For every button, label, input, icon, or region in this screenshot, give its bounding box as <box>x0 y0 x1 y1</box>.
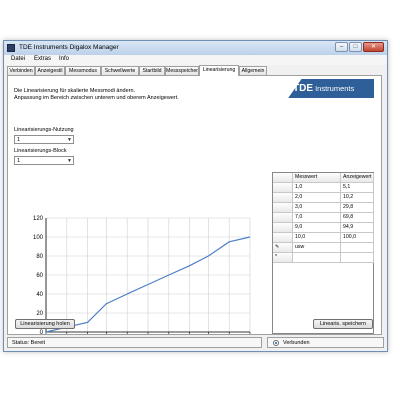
row-header: * <box>273 253 293 263</box>
anzeigewert-cell[interactable]: 94,9 <box>341 223 374 233</box>
messwert-cell[interactable]: 10,0 <box>293 233 341 243</box>
table-corner-header <box>273 173 293 183</box>
y-tick-label: 20 <box>36 311 43 317</box>
app-window: TDE Instruments Digalox Manager – □ ✕ Da… <box>3 40 388 352</box>
column-header-messwert: Messwert <box>293 173 341 183</box>
y-tick-label: 120 <box>33 216 44 222</box>
linearisierung-panel: Die Linearisierung für skalierte Messmod… <box>7 75 382 335</box>
minimize-button[interactable]: – <box>335 42 348 52</box>
chart-grid <box>45 217 251 333</box>
anzeigewert-cell[interactable] <box>341 243 374 253</box>
fetch-linearization-button[interactable]: Linearisierung holen <box>15 319 75 329</box>
tab-allgemein[interactable]: Allgemein <box>239 66 267 75</box>
row-header <box>273 203 293 213</box>
row-header <box>273 213 293 223</box>
row-header <box>273 193 293 203</box>
row-header <box>273 233 293 243</box>
messwert-cell[interactable]: 1,0 <box>293 183 341 193</box>
anzeigewert-cell[interactable]: 10,2 <box>341 193 374 203</box>
connection-radio-icon <box>273 340 279 346</box>
radio-dot <box>275 342 277 344</box>
y-tick-label: 60 <box>36 273 43 279</box>
messwert-cell[interactable] <box>293 253 341 263</box>
y-tick-labels: 0 20 40 60 80 100 120 <box>33 216 44 334</box>
anzeigewert-cell[interactable]: 69,8 <box>341 213 374 223</box>
title-bar: TDE Instruments Digalox Manager – □ ✕ <box>4 41 387 55</box>
status-box: Status: Bereit <box>7 337 262 348</box>
save-linearization-button[interactable]: Linearis. speichern <box>313 319 373 329</box>
anzeigewert-cell[interactable] <box>341 253 374 263</box>
linearization-table: Messwert Anzeigewert 1,0 5,1 2,0 10,2 3,0 29,8 7… <box>272 172 374 334</box>
tab-schwellwerte[interactable]: Schwellwerte <box>101 66 139 75</box>
maximize-button[interactable]: □ <box>349 42 362 52</box>
row-header <box>273 223 293 233</box>
close-button[interactable]: ✕ <box>363 42 384 52</box>
y-tick-label: 40 <box>36 292 43 298</box>
messwert-cell[interactable]: 2,0 <box>293 193 341 203</box>
tab-messspeicher[interactable]: Messspeicher <box>165 66 199 75</box>
tab-messmodus[interactable]: Messmodus <box>65 66 101 75</box>
anzeigewert-cell[interactable]: 100,0 <box>341 233 374 243</box>
tab-verbinden[interactable]: Verbinden <box>7 66 35 75</box>
tab-anzeigestil[interactable]: Anzeigestil <box>35 66 65 75</box>
row-header: ✎ <box>273 243 293 253</box>
app-icon <box>7 44 15 52</box>
y-tick-label: 100 <box>33 235 44 241</box>
tab-startbild[interactable]: Startbild <box>139 66 165 75</box>
menu-extras[interactable]: Extras <box>34 56 51 62</box>
menu-datei[interactable]: Datei <box>11 56 25 62</box>
messwert-cell[interactable]: 3,0 <box>293 203 341 213</box>
connection-text: Verbunden <box>283 340 310 346</box>
column-header-anzeigewert: Anzeigewert <box>341 173 374 183</box>
anzeigewert-cell[interactable]: 5,1 <box>341 183 374 193</box>
status-text: Status: Bereit <box>12 340 46 346</box>
window-title: TDE Instruments Digalox Manager <box>19 44 119 51</box>
connection-box: Verbunden <box>267 337 384 348</box>
tab-linearisierung[interactable]: Linearisierung <box>199 65 239 76</box>
status-bar: Status: Bereit Verbunden <box>7 337 384 349</box>
menu-info[interactable]: Info <box>59 56 69 62</box>
messwert-cell[interactable]: 7,0 <box>293 213 341 223</box>
messwert-cell[interactable]: 9,0 <box>293 223 341 233</box>
messwert-cell[interactable]: usw <box>293 243 341 253</box>
row-header <box>273 183 293 193</box>
anzeigewert-cell[interactable]: 29,8 <box>341 203 374 213</box>
menu-bar: Datei Extras Info <box>4 55 387 65</box>
y-tick-label: 80 <box>36 254 43 260</box>
y-tick-label: 0 <box>40 330 44 334</box>
